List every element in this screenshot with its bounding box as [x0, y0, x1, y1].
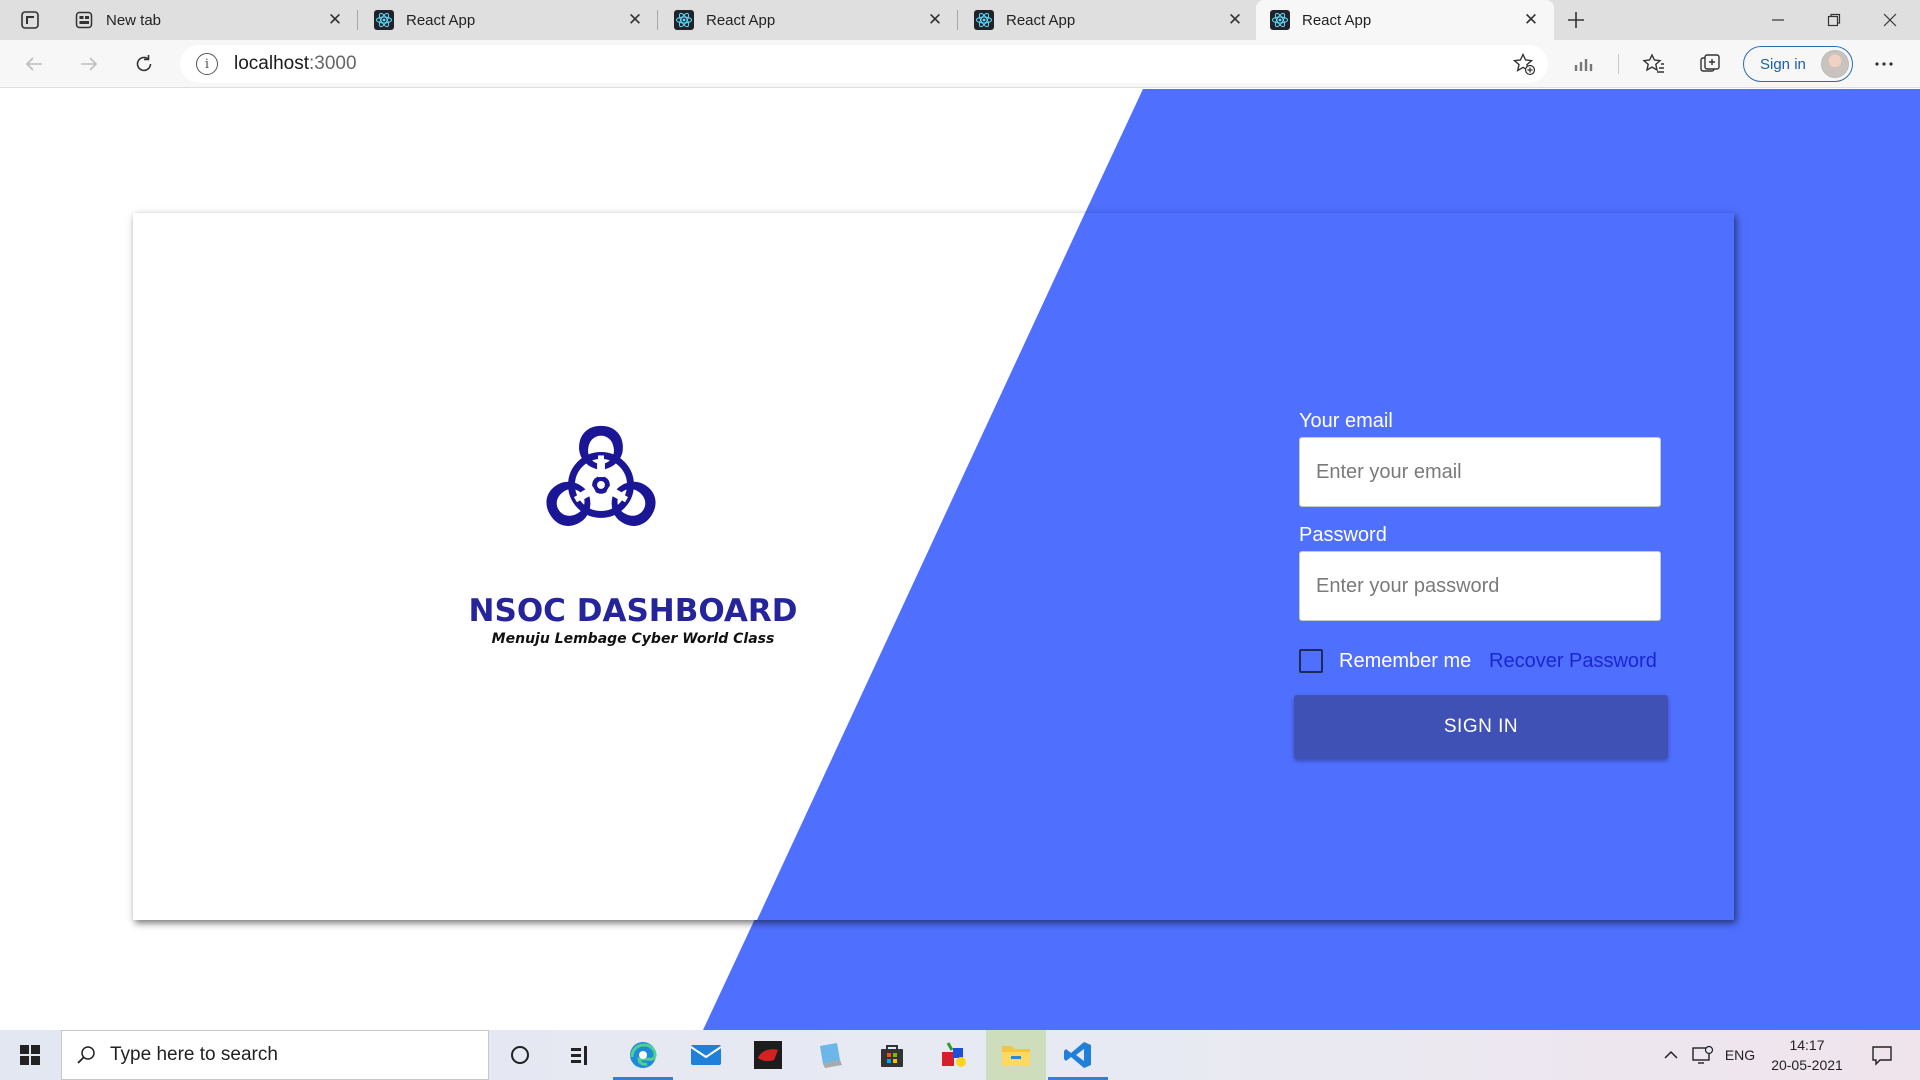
tab-title: React App	[1302, 11, 1372, 29]
tab-new-tab[interactable]: New tab ✕	[60, 0, 358, 40]
close-icon[interactable]: ✕	[1520, 9, 1542, 31]
game-app-icon[interactable]	[738, 1030, 798, 1080]
display-settings-icon[interactable]	[1688, 1030, 1718, 1080]
refresh-icon[interactable]	[128, 48, 160, 80]
task-view-icon[interactable]	[550, 1030, 610, 1080]
email-field[interactable]	[1299, 437, 1661, 507]
windows-taskbar: Type here to search ENG 14:17 20-05-2021	[0, 1030, 1920, 1080]
file-explorer-icon[interactable]	[986, 1030, 1046, 1080]
store-bag-icon[interactable]	[862, 1030, 922, 1080]
browser-signin-button[interactable]: Sign in	[1743, 46, 1853, 82]
password-label: Password	[1299, 524, 1387, 546]
tab-title: React App	[1006, 11, 1076, 29]
sign-in-button[interactable]: SIGN IN	[1294, 695, 1668, 759]
biohazard-logo-icon	[540, 422, 662, 540]
tab-actions-icon[interactable]	[14, 8, 46, 32]
recover-password-link[interactable]: Recover Password	[1489, 650, 1657, 673]
react-icon	[974, 10, 994, 30]
clock-time: 14:17	[1789, 1037, 1825, 1053]
tab-title: New tab	[106, 11, 162, 29]
email-label: Your email	[1299, 410, 1393, 432]
remember-me-label: Remember me	[1339, 649, 1472, 672]
tab-react-app-active[interactable]: React App ✕	[1256, 0, 1554, 40]
vscode-icon[interactable]	[1048, 1030, 1108, 1080]
cortana-icon[interactable]	[490, 1030, 550, 1080]
taskbar-search-input[interactable]: Type here to search	[61, 1030, 489, 1080]
performance-gauge-icon[interactable]	[1568, 48, 1600, 80]
edge-browser-icon[interactable]	[613, 1030, 673, 1080]
react-icon	[674, 10, 694, 30]
collections-icon[interactable]	[1694, 48, 1726, 80]
react-icon	[374, 10, 394, 30]
favorites-icon[interactable]	[1638, 48, 1670, 80]
search-icon	[77, 1046, 95, 1064]
window-close-icon[interactable]	[1862, 0, 1918, 40]
notifications-icon[interactable]	[1862, 1030, 1902, 1080]
login-card: NSOC DASHBOARD Menuju Lembage Cyber Worl…	[133, 213, 1734, 920]
url-text: localhost:3000	[234, 53, 357, 75]
newtab-icon	[74, 10, 94, 30]
tab-title: React App	[406, 11, 476, 29]
page-viewport: NSOC DASHBOARD Menuju Lembage Cyber Worl…	[0, 89, 1920, 1030]
browser-toolbar: i localhost:3000 Sign in	[0, 40, 1920, 88]
remember-me-row: Remember me	[1299, 649, 1471, 673]
close-icon[interactable]: ✕	[324, 9, 346, 31]
url-port: :3000	[309, 53, 357, 74]
show-hidden-icons-chevron-icon[interactable]	[1656, 1030, 1686, 1080]
more-options-icon[interactable]	[1868, 48, 1900, 80]
brand-title: NSOC DASHBOARD	[468, 593, 798, 629]
add-favorite-star-icon[interactable]	[1510, 50, 1538, 78]
new-tab-plus-icon[interactable]	[1562, 6, 1590, 34]
clock-date: 20-05-2021	[1771, 1057, 1843, 1073]
site-info-icon[interactable]: i	[196, 53, 218, 75]
restore-icon[interactable]	[1806, 0, 1862, 40]
language-label: ENG	[1724, 1047, 1756, 1063]
tab-react-app-1[interactable]: React App ✕	[360, 0, 658, 40]
windows-start-icon[interactable]	[0, 1030, 60, 1080]
tab-react-app-3[interactable]: React App ✕	[960, 0, 1258, 40]
react-icon	[1270, 10, 1290, 30]
language-indicator[interactable]: ENG	[1720, 1030, 1760, 1080]
tab-react-app-2[interactable]: React App ✕	[660, 0, 958, 40]
address-bar[interactable]: i localhost:3000	[180, 45, 1548, 83]
close-icon[interactable]: ✕	[1224, 9, 1246, 31]
minimize-icon[interactable]	[1750, 0, 1806, 40]
close-icon[interactable]: ✕	[924, 9, 946, 31]
tab-title: React App	[706, 11, 776, 29]
brand-subtitle: Menuju Lembage Cyber World Class	[491, 631, 775, 647]
remember-me-checkbox[interactable]	[1299, 649, 1323, 673]
close-icon[interactable]: ✕	[624, 9, 646, 31]
toolbar-divider	[1618, 54, 1619, 74]
browser-tab-strip: New tab ✕ React App ✕ React App ✕ React …	[0, 0, 1920, 40]
search-placeholder: Type here to search	[110, 1044, 278, 1065]
signin-label: Sign in	[1760, 55, 1806, 73]
avatar	[1821, 50, 1849, 78]
url-host: localhost	[234, 53, 309, 74]
paint-app-icon[interactable]	[924, 1030, 984, 1080]
desktop-app-icon[interactable]	[800, 1030, 860, 1080]
mail-icon[interactable]	[676, 1030, 736, 1080]
taskbar-clock[interactable]: 14:17 20-05-2021	[1762, 1035, 1852, 1075]
password-field[interactable]	[1299, 551, 1661, 621]
back-arrow-icon[interactable]	[18, 48, 50, 80]
forward-arrow-icon[interactable]	[73, 48, 105, 80]
